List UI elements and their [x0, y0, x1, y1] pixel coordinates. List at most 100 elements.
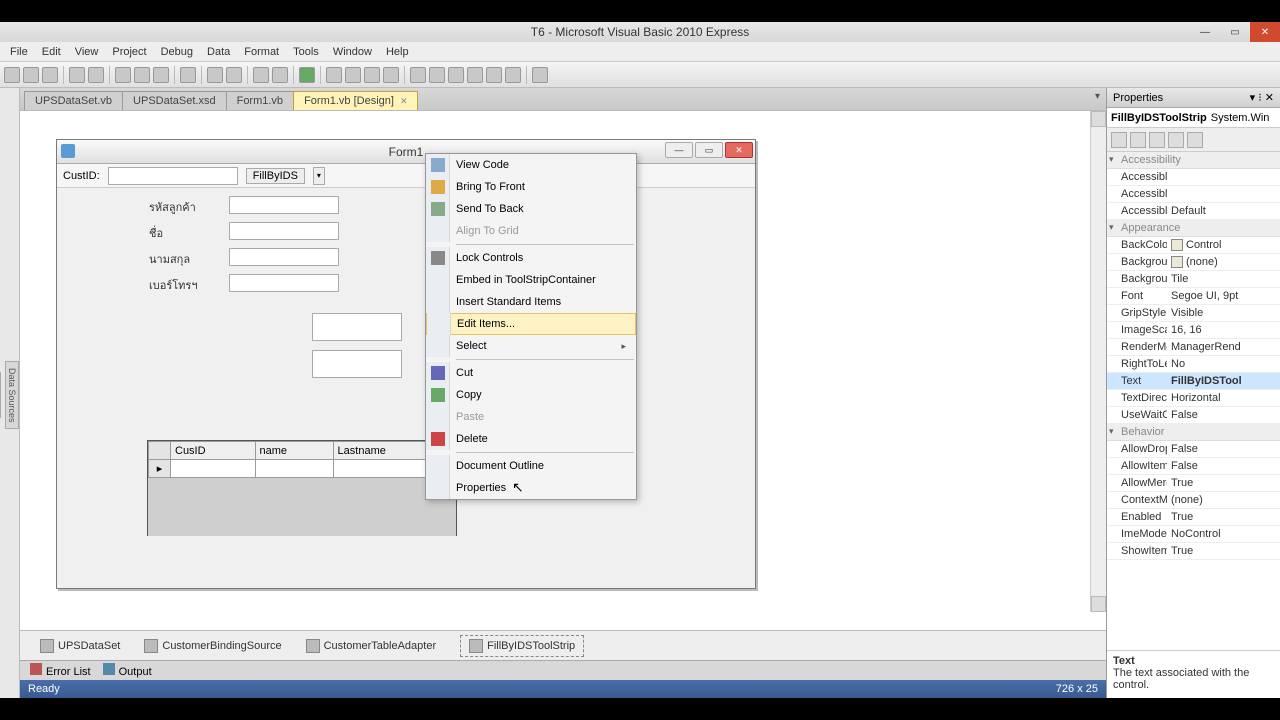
save-icon[interactable] [69, 67, 85, 83]
prop-cat-behavior[interactable]: Behavior [1107, 424, 1280, 441]
object-browser-icon[interactable] [448, 67, 464, 83]
prop-accessibled[interactable]: AccessibleD [1107, 169, 1280, 186]
prop-righttolef[interactable]: RightToLefNo [1107, 356, 1280, 373]
prop-contextmer[interactable]: ContextMer(none) [1107, 492, 1280, 509]
properties-icon[interactable] [1149, 132, 1165, 148]
context-delete[interactable]: Delete [426, 428, 636, 450]
undo-icon[interactable] [253, 67, 269, 83]
tab-upsdataset-xsd[interactable]: UPSDataSet.xsd [122, 91, 227, 110]
form-min-button[interactable]: ― [665, 142, 693, 158]
context-insert-standard-items[interactable]: Insert Standard Items [426, 291, 636, 313]
paste-icon[interactable] [153, 67, 169, 83]
context-document-outline[interactable]: Document Outline [426, 455, 636, 477]
comment-icon[interactable] [207, 67, 223, 83]
menu-view[interactable]: View [69, 44, 105, 60]
grid-col-name[interactable]: name [255, 442, 333, 460]
prop-backgrounc[interactable]: BackgrouncTile [1107, 271, 1280, 288]
grid-col-selector[interactable] [149, 442, 171, 460]
properties-selector[interactable]: FillByIDSToolStripSystem.Win [1107, 108, 1280, 128]
prop-accessiblen[interactable]: AccessibleN [1107, 186, 1280, 203]
property-pages-icon[interactable] [1187, 132, 1203, 148]
toolbox-icon[interactable] [467, 67, 483, 83]
form1-window[interactable]: Form1 ― ▭ ✕ CustID: FillByIDS ▾ [56, 139, 756, 589]
grid-cell[interactable] [255, 460, 333, 478]
context-lock-controls[interactable]: Lock Controls [426, 247, 636, 269]
find-icon[interactable] [180, 67, 196, 83]
sol-explorer-icon[interactable] [410, 67, 426, 83]
menu-help[interactable]: Help [380, 44, 415, 60]
error-list-tab[interactable]: Error List [30, 663, 91, 678]
add-item-icon[interactable] [42, 67, 58, 83]
context-select[interactable]: Select▸ [426, 335, 636, 357]
open-icon[interactable] [23, 67, 39, 83]
form-max-button[interactable]: ▭ [695, 142, 723, 158]
fillbyids-toolstrip[interactable]: CustID: FillByIDS ▾ [57, 164, 755, 188]
tab-upsdataset-vb[interactable]: UPSDataSet.vb [24, 91, 123, 110]
grid-row-indicator[interactable]: ▸ [149, 460, 171, 478]
side-tab-toolbox[interactable]: Toolbox [0, 372, 1, 417]
step-out-icon[interactable] [364, 67, 380, 83]
prop-cat-accessibility[interactable]: Accessibility [1107, 152, 1280, 169]
menu-debug[interactable]: Debug [155, 44, 199, 60]
context-send-to-back[interactable]: Send To Back [426, 198, 636, 220]
prop-backgrounc[interactable]: Backgrounc(none) [1107, 254, 1280, 271]
prop-allowmerge[interactable]: AllowMergeTrue [1107, 475, 1280, 492]
tab-form1-design[interactable]: Form1.vb [Design]✕ [293, 91, 418, 110]
textbox-extra-2[interactable] [312, 350, 402, 378]
prop-cat-appearance[interactable]: Appearance [1107, 220, 1280, 237]
prop-allowdrop[interactable]: AllowDropFalse [1107, 441, 1280, 458]
custid-input[interactable] [108, 167, 238, 185]
context-embed-in-toolstripcontainer[interactable]: Embed in ToolStripContainer [426, 269, 636, 291]
menu-edit[interactable]: Edit [36, 44, 67, 60]
context-bring-to-front[interactable]: Bring To Front [426, 176, 636, 198]
categorized-icon[interactable] [1111, 132, 1127, 148]
output-tab[interactable]: Output [103, 663, 152, 678]
maximize-button[interactable]: ▭ [1220, 22, 1250, 42]
prop-textdirectio[interactable]: TextDirectioHorizontal [1107, 390, 1280, 407]
menu-data[interactable]: Data [201, 44, 236, 60]
step-over-icon[interactable] [345, 67, 361, 83]
context-cut[interactable]: Cut [426, 362, 636, 384]
context-view-code[interactable]: View Code [426, 154, 636, 176]
tray-upsdataset[interactable]: UPSDataSet [40, 639, 120, 653]
context-copy[interactable]: Copy [426, 384, 636, 406]
start-debug-icon[interactable] [299, 67, 315, 83]
tray-fillbyidstoolstrip[interactable]: FillByIDSToolStrip [460, 635, 584, 657]
save-all-icon[interactable] [88, 67, 104, 83]
toolstrip-add-dropdown[interactable]: ▾ [313, 167, 325, 185]
menu-project[interactable]: Project [106, 44, 152, 60]
uncomment-icon[interactable] [226, 67, 242, 83]
prop-text[interactable]: TextFillByIDSTool [1107, 373, 1280, 390]
properties-icon[interactable] [429, 67, 445, 83]
prop-gripstyle[interactable]: GripStyleVisible [1107, 305, 1280, 322]
minimize-button[interactable]: ― [1190, 22, 1220, 42]
immediate-icon[interactable] [383, 67, 399, 83]
tab-form1-vb[interactable]: Form1.vb [226, 91, 294, 110]
prop-rendermod[interactable]: RenderModManagerRend [1107, 339, 1280, 356]
close-tab-icon[interactable]: ✕ [400, 96, 408, 106]
tab-overflow-icon[interactable]: ▾ [1095, 91, 1100, 102]
menu-format[interactable]: Format [238, 44, 285, 60]
textbox-extra-1[interactable] [312, 313, 402, 341]
textbox-name[interactable] [229, 222, 339, 240]
properties-grid[interactable]: AccessibilityAccessibleDAccessibleNAcces… [1107, 152, 1280, 650]
step-into-icon[interactable] [326, 67, 342, 83]
prop-accessibler[interactable]: AccessibleRDefault [1107, 203, 1280, 220]
prop-backcolor[interactable]: BackColorControl [1107, 237, 1280, 254]
prop-usewaitcur[interactable]: UseWaitCurFalse [1107, 407, 1280, 424]
close-button[interactable]: ✕ [1250, 22, 1280, 42]
cut-icon[interactable] [115, 67, 131, 83]
designer-scrollbar[interactable] [1090, 111, 1106, 612]
redo-icon[interactable] [272, 67, 288, 83]
menu-tools[interactable]: Tools [287, 44, 325, 60]
fillbyids-button[interactable]: FillByIDS [246, 168, 305, 184]
alphabetical-icon[interactable] [1130, 132, 1146, 148]
grid-cell[interactable] [171, 460, 256, 478]
prop-imagescalir[interactable]: ImageScalir16, 16 [1107, 322, 1280, 339]
error-list-icon[interactable] [486, 67, 502, 83]
datagridview[interactable]: CusID name Lastname ▸ [147, 440, 457, 536]
prop-showitemt[interactable]: ShowItemTTrue [1107, 543, 1280, 560]
grid-col-cusid[interactable]: CusID [171, 442, 256, 460]
side-tab-data-sources[interactable]: Data Sources [5, 361, 19, 430]
menu-file[interactable]: File [4, 44, 34, 60]
